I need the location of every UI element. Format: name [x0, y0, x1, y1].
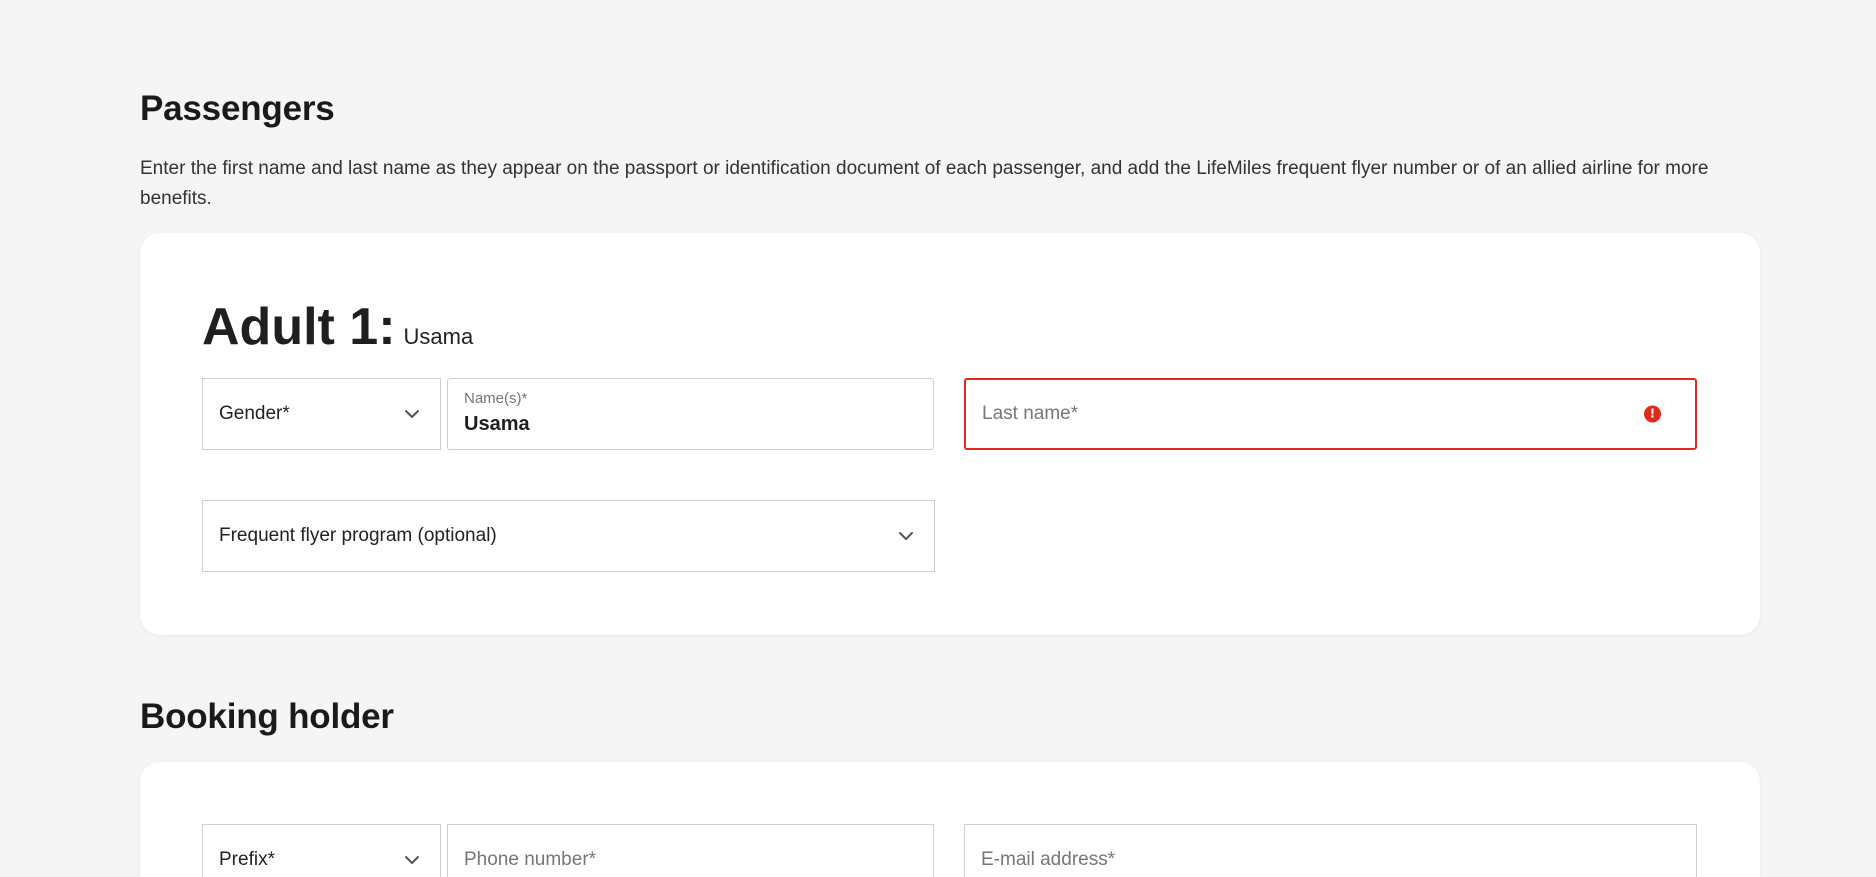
prefix-select[interactable]: Prefix* — [202, 824, 441, 877]
chevron-down-icon — [405, 856, 419, 864]
prefix-select-label: Prefix* — [219, 849, 275, 870]
frequent-flyer-select[interactable]: Frequent flyer program (optional) — [202, 500, 935, 572]
booking-holder-title: Booking holder — [140, 697, 394, 736]
booking-holder-card: Prefix* Phone number* E-mail address* — [140, 762, 1760, 877]
gender-select[interactable]: Gender* — [202, 378, 441, 450]
passenger-card: Adult 1: Usama Gender* Name(s)* Usama La… — [140, 233, 1760, 635]
names-field[interactable]: Name(s)* Usama — [447, 378, 934, 450]
email-field[interactable]: E-mail address* — [964, 824, 1697, 877]
names-field-label: Name(s)* — [464, 390, 528, 407]
frequent-flyer-select-label: Frequent flyer program (optional) — [219, 525, 497, 546]
adult-name: Usama — [403, 324, 474, 349]
chevron-down-icon — [899, 532, 913, 540]
phone-number-field[interactable]: Phone number* — [447, 824, 934, 877]
last-name-placeholder: Last name* — [982, 403, 1079, 424]
gender-select-label: Gender* — [219, 403, 290, 424]
adult-label: Adult 1: — [202, 298, 396, 356]
names-field-value: Usama — [464, 413, 530, 435]
last-name-field[interactable]: Last name* ! — [964, 378, 1697, 450]
passengers-title: Passengers — [140, 89, 335, 128]
alert-circle-icon: ! — [1644, 405, 1661, 423]
page: Passengers Enter the first name and last… — [0, 0, 1876, 877]
phone-number-placeholder: Phone number* — [464, 849, 597, 870]
passengers-description: Enter the first name and last name as th… — [140, 158, 1709, 209]
email-placeholder: E-mail address* — [981, 849, 1116, 870]
adult-heading: Adult 1: Usama — [202, 297, 473, 357]
chevron-down-icon — [405, 410, 419, 418]
